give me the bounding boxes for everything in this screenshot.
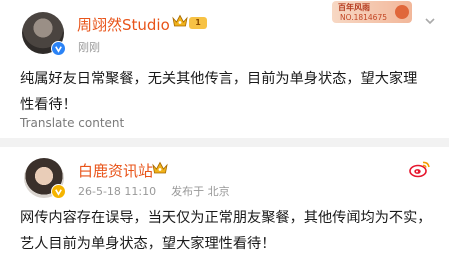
crown-icon (172, 14, 188, 27)
post-time: 26-5-18 11:10 (78, 185, 157, 198)
translate-link[interactable]: Translate content (20, 116, 124, 130)
author-name[interactable]: 白鹿资讯站 (78, 160, 153, 181)
post-divider (0, 138, 449, 147)
close-icon[interactable] (423, 14, 437, 28)
post-location: 发布于 北京 (171, 185, 230, 198)
fan-card[interactable]: 百年风雨 NO.1814675 (332, 1, 412, 23)
post-text: 纯属好友日常聚餐，无关其他传言，目前为单身状态，望大家理性看待！ (20, 71, 418, 113)
post-1: 周翊然Studio 1 刚刚 百年风雨 NO.1814675 纯属好友日常聚餐，… (0, 0, 449, 138)
fan-card-number: NO.1814675 (340, 13, 387, 22)
level-badge: 1 (189, 17, 207, 29)
blue-v-verified-icon (51, 41, 66, 56)
post-meta: 26-5-18 11:10 发布于 北京 (78, 183, 230, 199)
post-time: 刚刚 (78, 41, 100, 54)
fan-card-emblem (395, 5, 409, 19)
weibo-icon[interactable] (409, 160, 431, 178)
author-name[interactable]: 周翊然Studio (77, 14, 170, 35)
yellow-v-verified-icon (51, 184, 66, 199)
post-text: 网传内容存在误导，当天仅为正常朋友聚餐，其他传闻均为不实，艺人目前为单身状态，望… (20, 210, 432, 252)
crown-icon (152, 161, 168, 174)
fan-card-title: 百年风雨 (338, 3, 370, 12)
